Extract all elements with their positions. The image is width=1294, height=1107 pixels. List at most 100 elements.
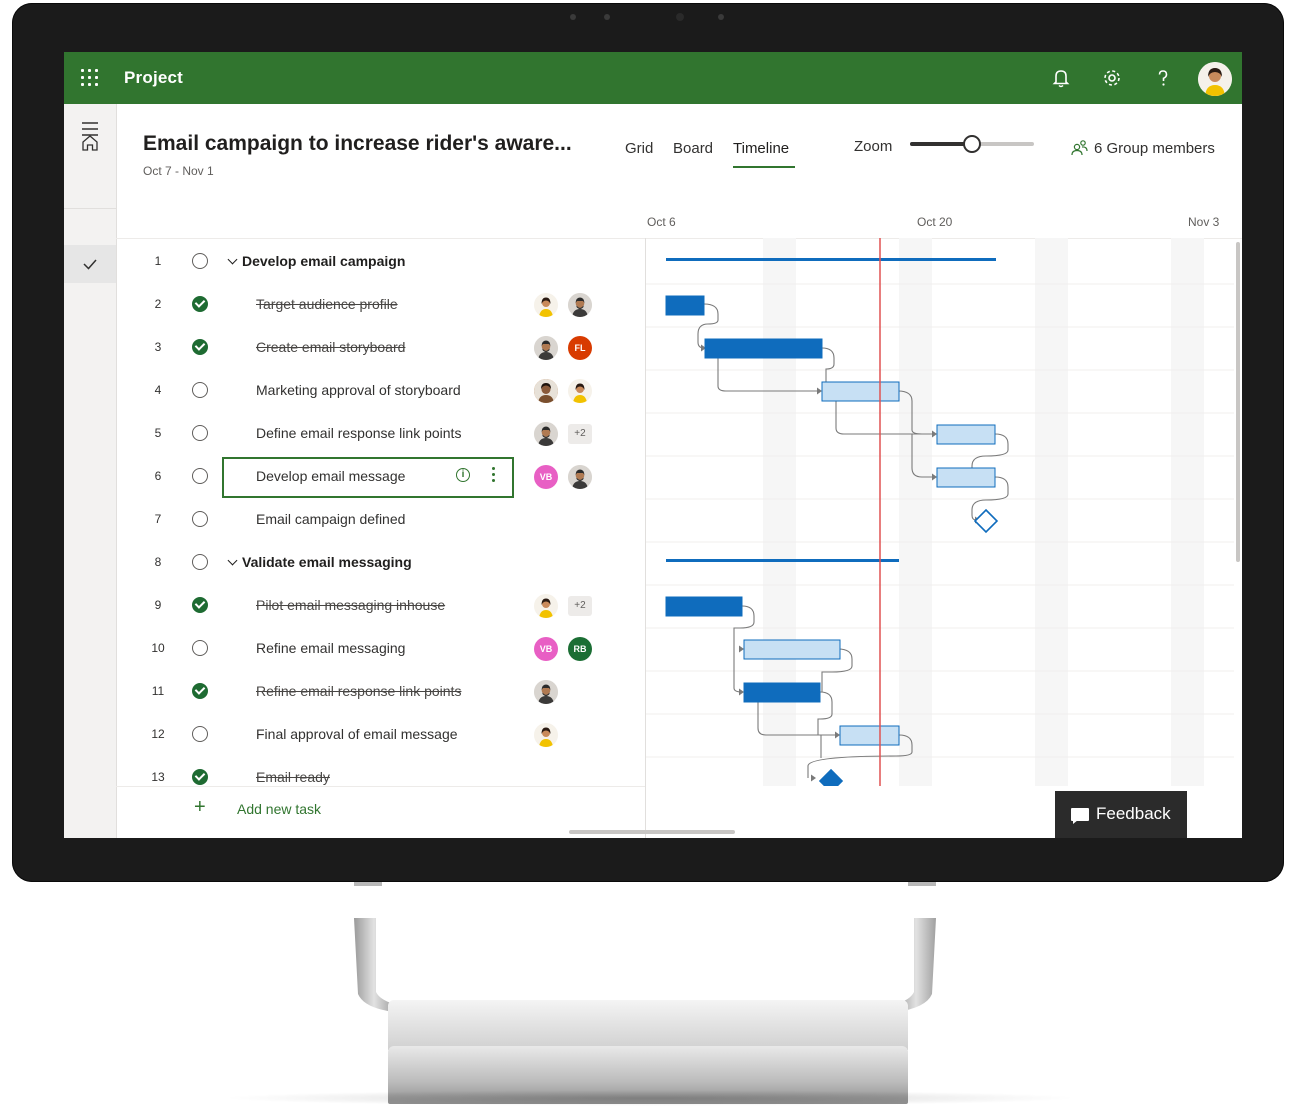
task-row[interactable]: 7 Email campaign defined	[116, 499, 645, 542]
tab-grid[interactable]: Grid	[625, 140, 653, 157]
add-task-row[interactable]: + Add new task	[116, 786, 645, 831]
task-checkbox[interactable]	[192, 640, 208, 656]
task-complete-checkbox[interactable]	[192, 683, 208, 699]
home-button[interactable]	[64, 135, 116, 244]
task-row[interactable]: 5 Define email response link points +2	[116, 413, 645, 456]
assignee-avatar[interactable]	[534, 422, 558, 446]
zoom-slider[interactable]	[910, 135, 1034, 153]
tab-board[interactable]: Board	[673, 140, 713, 157]
task-row[interactable]: 6 Develop email message i VB	[116, 456, 645, 499]
milestone-diamond[interactable]	[818, 768, 844, 786]
task-name[interactable]: Create email storyboard	[256, 339, 405, 355]
timeline-date: Oct 20	[917, 215, 953, 229]
task-row[interactable]: 11 Refine email response link points	[116, 671, 645, 714]
assignee-avatar[interactable]	[534, 379, 558, 403]
task-checkbox[interactable]	[192, 554, 208, 570]
task-bar-complete[interactable]	[704, 338, 823, 359]
summary-bar[interactable]	[666, 559, 899, 562]
horizontal-scrollbar[interactable]	[569, 830, 735, 834]
tab-timeline[interactable]: Timeline	[733, 140, 789, 157]
help-icon[interactable]	[1151, 66, 1175, 90]
task-complete-checkbox[interactable]	[192, 597, 208, 613]
task-name[interactable]: Email ready	[256, 769, 330, 785]
task-checkbox[interactable]	[192, 425, 208, 441]
task-complete-checkbox[interactable]	[192, 769, 208, 785]
task-bar-complete[interactable]	[665, 596, 743, 617]
feedback-button[interactable]: Feedback	[1055, 791, 1187, 838]
task-checkbox[interactable]	[192, 382, 208, 398]
task-row-number: 8	[154, 555, 162, 569]
gear-icon[interactable]	[1100, 66, 1124, 90]
task-name[interactable]: Target audience profile	[256, 296, 398, 312]
task-row-number: 4	[154, 383, 162, 397]
task-checkbox[interactable]	[192, 468, 208, 484]
task-row[interactable]: 9 Pilot email messaging inhouse +2	[116, 585, 645, 628]
task-row[interactable]: 2 Target audience profile	[116, 284, 645, 327]
task-checkbox[interactable]	[192, 726, 208, 742]
assignee-avatar[interactable]	[568, 465, 592, 489]
task-name[interactable]: Refine email response link points	[256, 683, 461, 699]
assignee-avatar[interactable]	[534, 723, 558, 747]
assignee-avatar[interactable]	[534, 336, 558, 360]
assignee-avatar[interactable]	[534, 594, 558, 618]
task-name[interactable]: Pilot email messaging inhouse	[256, 597, 445, 613]
task-bar-complete[interactable]	[743, 682, 821, 703]
app-name[interactable]: Project	[124, 68, 183, 88]
zoom-slider-thumb[interactable]	[963, 135, 981, 153]
task-row[interactable]: 4 Marketing approval of storyboard	[116, 370, 645, 413]
dependency-arrow	[739, 645, 744, 653]
more-options-icon[interactable]	[492, 467, 496, 485]
more-assignees-badge[interactable]: +2	[568, 424, 592, 444]
vertical-scrollbar[interactable]	[1236, 242, 1240, 562]
assignee-initials-avatar[interactable]: VB	[534, 465, 558, 489]
assignee-avatar[interactable]	[534, 293, 558, 317]
task-bar[interactable]	[936, 424, 996, 445]
task-checkbox[interactable]	[192, 253, 208, 269]
assignee-initials-avatar[interactable]: VB	[534, 637, 558, 661]
assignee-avatar[interactable]	[568, 293, 592, 317]
task-row[interactable]: 10 Refine email messaging VB RB	[116, 628, 645, 671]
more-assignees-badge[interactable]: +2	[568, 596, 592, 616]
assignee-initials-avatar[interactable]: RB	[568, 637, 592, 661]
task-name[interactable]: Develop email message	[256, 468, 405, 484]
task-bar[interactable]	[936, 467, 996, 488]
assignee-initials-avatar[interactable]: FL	[568, 336, 592, 360]
assignee-avatar[interactable]	[568, 379, 592, 403]
task-name[interactable]: Define email response link points	[256, 425, 461, 441]
add-task-label[interactable]: Add new task	[237, 801, 321, 817]
bell-icon[interactable]	[1049, 66, 1073, 90]
task-checkbox[interactable]	[192, 511, 208, 527]
feedback-label: Feedback	[1096, 804, 1171, 823]
add-icon[interactable]: +	[194, 797, 206, 817]
check-icon[interactable]	[64, 245, 116, 283]
task-name[interactable]: Final approval of email message	[256, 726, 458, 742]
task-bar[interactable]	[743, 639, 841, 660]
waffle-icon[interactable]	[81, 69, 99, 87]
task-name[interactable]: Marketing approval of storyboard	[256, 382, 461, 398]
task-bar[interactable]	[821, 381, 900, 402]
milestone-diamond[interactable]	[973, 508, 999, 534]
task-name-text: Email campaign defined	[256, 511, 406, 527]
info-icon[interactable]: i	[456, 468, 470, 482]
assignee-avatar[interactable]	[534, 680, 558, 704]
task-name[interactable]: Refine email messaging	[256, 640, 405, 656]
chevron-down-icon[interactable]	[227, 555, 238, 566]
task-bar[interactable]	[839, 725, 900, 746]
task-name[interactable]: Email campaign defined	[256, 511, 405, 527]
plan-title[interactable]: Email campaign to increase rider's aware…	[143, 132, 572, 156]
task-complete-checkbox[interactable]	[192, 296, 208, 312]
task-row[interactable]: 1 Develop email campaign	[116, 241, 645, 284]
task-bar-complete[interactable]	[665, 295, 705, 316]
summary-task-name[interactable]: Validate email messaging	[226, 554, 412, 570]
summary-bar[interactable]	[666, 258, 996, 261]
task-row-number: 12	[151, 727, 165, 741]
group-members-button[interactable]: 6 Group members	[1070, 139, 1215, 157]
task-complete-checkbox[interactable]	[192, 339, 208, 355]
task-row[interactable]: 8 Validate email messaging	[116, 542, 645, 585]
summary-task-name[interactable]: Develop email campaign	[226, 253, 405, 269]
task-row[interactable]: 3 Create email storyboard FL	[116, 327, 645, 370]
task-row[interactable]: 12 Final approval of email message	[116, 714, 645, 757]
weekend-band	[763, 238, 796, 786]
user-avatar[interactable]	[1198, 62, 1232, 96]
chevron-down-icon[interactable]	[227, 254, 238, 265]
